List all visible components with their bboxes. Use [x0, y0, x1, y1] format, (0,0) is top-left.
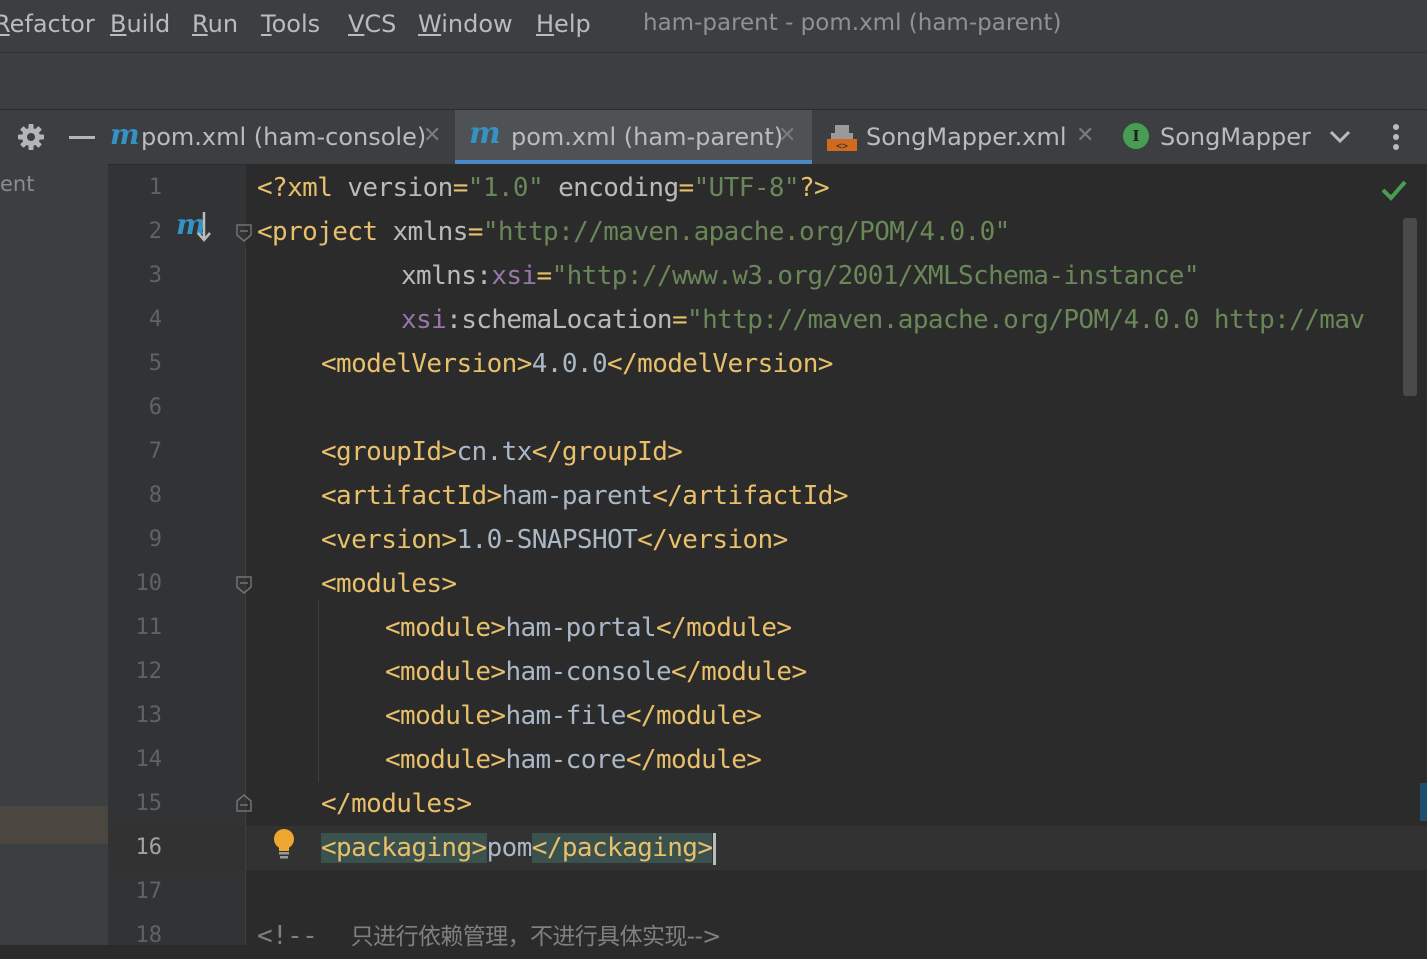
arrow-down-icon [197, 212, 211, 242]
tab-label: SongMapper [1160, 123, 1311, 151]
fold-end-icon[interactable] [236, 794, 252, 812]
fold-icon[interactable] [236, 576, 252, 594]
menu-tools[interactable]: Tools [261, 0, 320, 50]
line-number: 6 [148, 395, 162, 420]
hide-panel-icon[interactable] [69, 136, 95, 139]
tab-songmapper[interactable]: I SongMapper [1104, 110, 1314, 164]
menu-build-label: Build [110, 10, 171, 38]
code-line-2: <project xmlns="http://maven.apache.org/… [257, 217, 1010, 247]
line-number: 5 [148, 351, 162, 376]
menu-refactor[interactable]: Refactor [0, 0, 95, 50]
tab-label: pom.xml (ham-parent) [511, 123, 784, 151]
close-icon[interactable]: ✕ [423, 110, 441, 162]
active-tab-indicator [455, 160, 812, 164]
maven-icon: m [110, 118, 140, 151]
code-line-15: </modules> [321, 789, 472, 819]
more-vertical-icon[interactable] [1383, 122, 1409, 152]
text-caret [713, 832, 717, 865]
line-number: 17 [135, 879, 163, 904]
line-number: 9 [148, 527, 162, 552]
line-number-current: 16 [135, 835, 163, 860]
project-tree-selection[interactable] [0, 806, 108, 844]
code-line-9: <version>1.0-SNAPSHOT</version> [321, 525, 788, 555]
code-line-14: <module>ham-core</module> [385, 745, 762, 775]
line-number: 11 [135, 615, 163, 640]
fold-icon[interactable] [236, 224, 252, 242]
chevron-down-icon[interactable] [1325, 124, 1355, 150]
menu-vcs[interactable]: VCS [348, 0, 396, 50]
maven-icon: m [469, 116, 501, 151]
menu-help[interactable]: Help [536, 0, 591, 50]
code-line-1: <?xml version="1.0" encoding="UTF-8"?> [257, 173, 830, 203]
line-number: 8 [148, 483, 162, 508]
line-number: 18 [135, 923, 163, 948]
checkmark-icon [1381, 180, 1407, 201]
scrollbar-marker [1420, 783, 1427, 821]
tab-songmapper-xml[interactable]: <> SongMapper.xml ✕ [813, 110, 1103, 164]
close-icon[interactable]: ✕ [1076, 110, 1094, 162]
line-number: 1 [148, 175, 162, 200]
line-number: 10 [135, 571, 163, 596]
matched-tag-highlight: </packaging> [531, 833, 713, 863]
line-number: 3 [148, 263, 162, 288]
project-tree-item[interactable]: ent [0, 172, 34, 196]
xml-file-icon: <> [827, 125, 857, 151]
toolbar [0, 53, 1427, 110]
tab-pom-ham-console[interactable]: m pom.xml (ham-console) ✕ [108, 110, 454, 164]
code-line-18: <!-- 只进行依赖管理，不进行具体实现--> [257, 921, 721, 951]
menu-refactor-label: Refactor [0, 10, 95, 38]
code-line-13: <module>ham-file</module> [385, 701, 762, 731]
svg-text:<>: <> [836, 141, 848, 151]
code-line-8: <artifactId>ham-parent</artifactId> [321, 481, 848, 511]
indent-guide [245, 248, 246, 945]
line-number: 2 [148, 219, 162, 244]
code-line-7: <groupId>cn.tx</groupId> [321, 437, 683, 467]
code-line-11: <module>ham-portal</module> [385, 613, 792, 643]
menu-help-label: Help [536, 10, 591, 38]
code-line-16: <packaging>pom</packaging> [321, 826, 717, 870]
menu-build[interactable]: Build [110, 0, 170, 50]
line-number: 13 [135, 703, 163, 728]
menu-tools-label: Tools [261, 10, 321, 38]
code-line-4: xsi:schemaLocation="http://maven.apache.… [401, 305, 1365, 335]
line-number: 4 [148, 307, 162, 332]
tab-label: SongMapper.xml [866, 123, 1067, 151]
lightbulb-icon[interactable] [272, 828, 296, 860]
editor-tab-bar: m pom.xml (ham-console) ✕ m pom.xml (ham… [108, 110, 1427, 165]
line-number: 14 [135, 747, 163, 772]
matched-tag-highlight: <packaging> [321, 833, 487, 863]
menu-run[interactable]: Run [192, 0, 238, 50]
vertical-scrollbar[interactable] [1403, 218, 1417, 396]
tab-label: pom.xml (ham-console) [141, 123, 427, 151]
caret-row-highlight [108, 826, 1427, 870]
close-icon[interactable]: ✕ [778, 110, 796, 162]
line-number: 7 [148, 439, 162, 464]
tab-pom-ham-parent[interactable]: m pom.xml (ham-parent) ✕ [455, 110, 812, 164]
code-line-5: <modelVersion>4.0.0</modelVersion> [321, 349, 833, 379]
indent-guide [318, 600, 319, 782]
code-line-3: xmlns:xsi="http://www.w3.org/2001/XMLSch… [401, 261, 1199, 291]
line-number: 12 [135, 659, 163, 684]
window-title: ham-parent - pom.xml (ham-parent) [643, 10, 1062, 36]
interface-icon: I [1123, 123, 1149, 149]
menu-bar: Refactor Build Run Tools VCS Window Help… [0, 0, 1427, 53]
menu-run-label: Run [192, 10, 239, 38]
gear-icon[interactable] [17, 123, 45, 151]
menu-window-label: Window [418, 10, 513, 38]
code-line-10: <modules> [321, 569, 457, 599]
code-line-12: <module>ham-console</module> [385, 657, 807, 687]
menu-vcs-label: VCS [348, 10, 397, 38]
line-number: 15 [135, 791, 163, 816]
menu-window[interactable]: Window [418, 0, 513, 50]
